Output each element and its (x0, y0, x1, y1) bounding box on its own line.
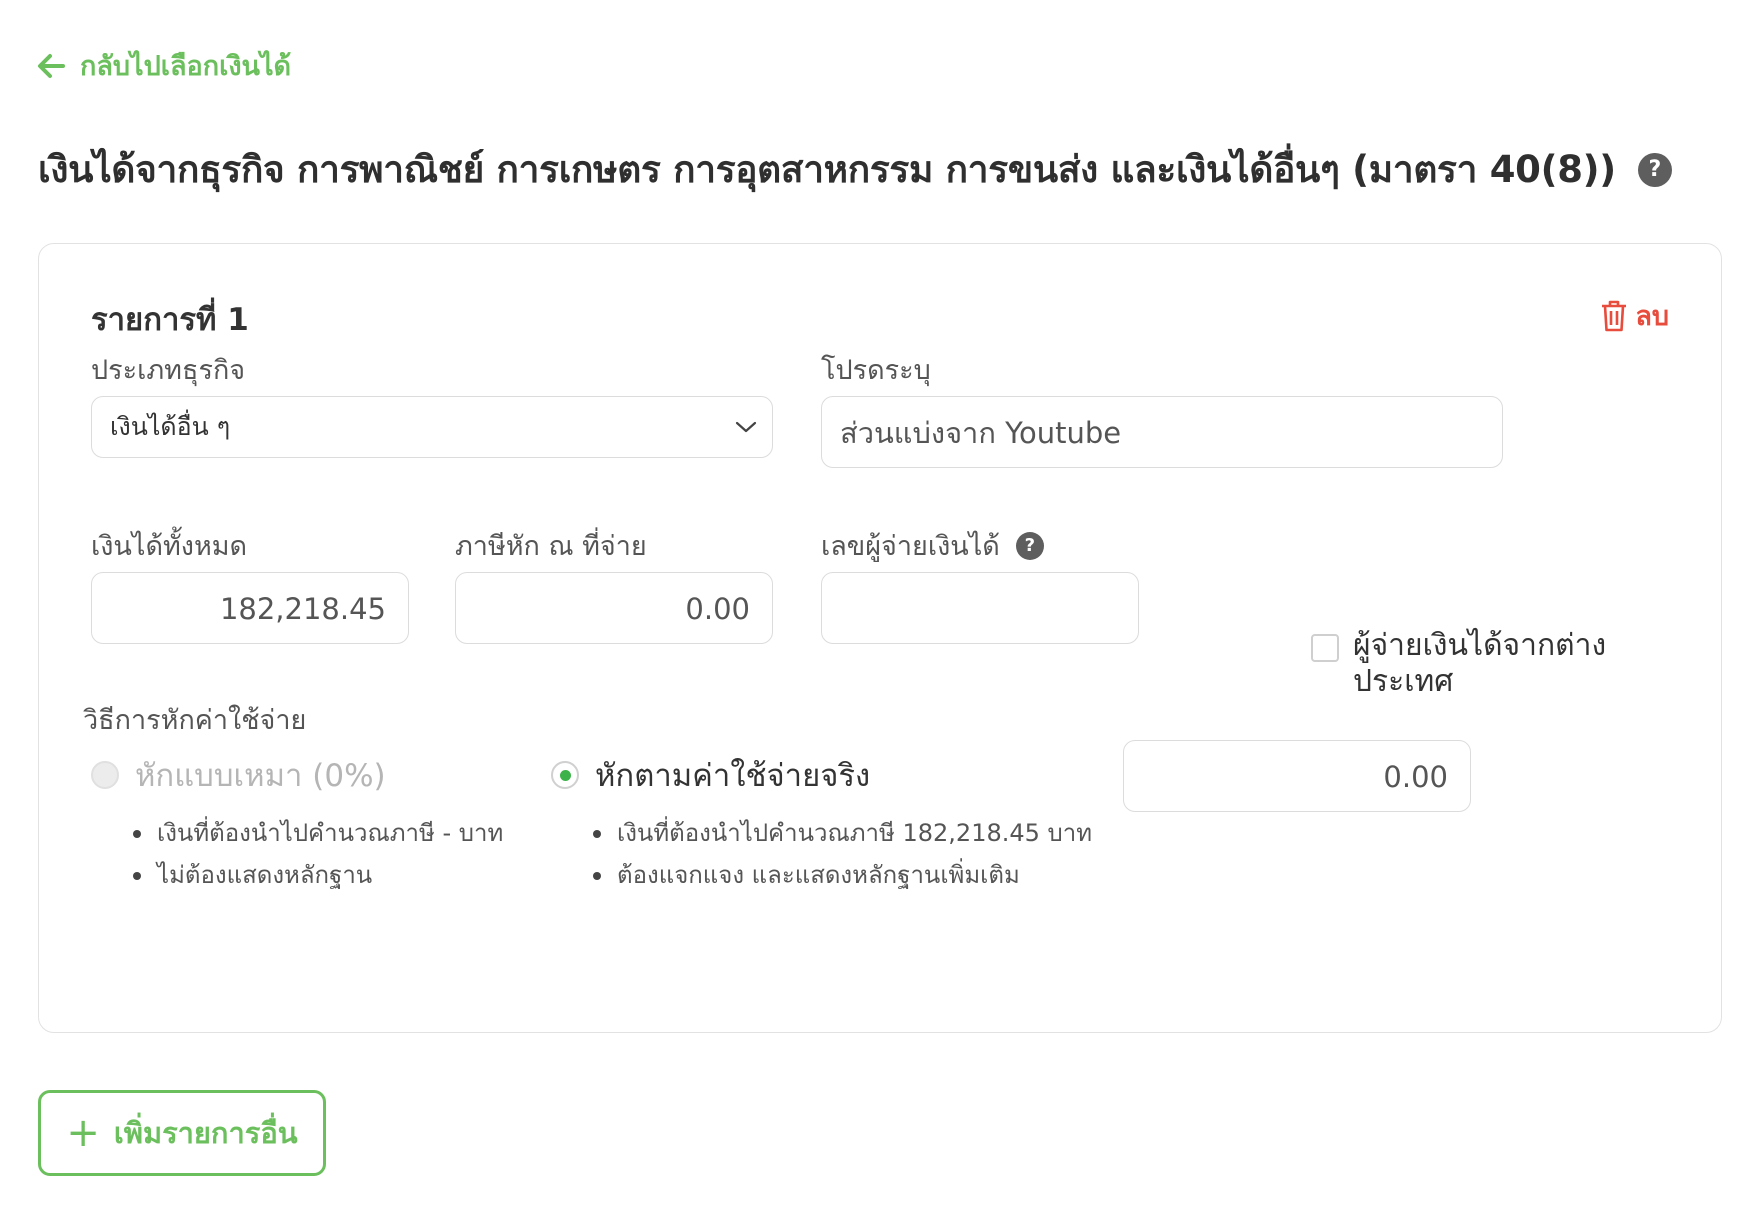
withholding-tax-label: ภาษีหัก ณ ที่จ่าย (455, 531, 647, 562)
arrow-left-icon (38, 53, 65, 78)
back-link[interactable]: กลับไปเลือกเงินได้ (36, 44, 291, 87)
actual-notes: เงินที่ต้องนำไปคำนวณภาษี 182,218.45 บาท … (591, 812, 1092, 896)
business-type-select[interactable]: เงินได้อื่น ๆ (91, 396, 773, 458)
specify-value: ส่วนแบ่งจาก Youtube (840, 416, 1122, 450)
page-title: เงินได้จากธุรกิจ การพาณิชย์ การเกษตร การ… (38, 148, 1616, 191)
business-type-value: เงินได้อื่น ๆ (110, 412, 231, 441)
plus-icon: + (66, 1110, 100, 1156)
page-title-row: เงินได้จากธุรกิจ การพาณิชย์ การเกษตร การ… (38, 140, 1672, 199)
list-item: เงินที่ต้องนำไปคำนวณภาษี 182,218.45 บาท (591, 812, 1092, 854)
specify-label: โปรดระบุ (821, 355, 931, 386)
item-title: รายการที่ 1 (91, 302, 249, 338)
list-item: ไม่ต้องแสดงหลักฐาน (131, 854, 503, 896)
foreign-payer-checkbox[interactable] (1311, 634, 1339, 662)
payer-id-label-row: เลขผู้จ่ายเงินได้ ? (821, 524, 1044, 567)
radio-flat[interactable] (91, 761, 119, 789)
help-icon[interactable]: ? (1637, 152, 1672, 187)
actual-expense-input[interactable]: 0.00 (1123, 740, 1471, 812)
total-income-value: 182,218.45 (219, 592, 386, 626)
withholding-tax-input[interactable]: 0.00 (455, 572, 773, 644)
delete-label: ลบ (1635, 301, 1669, 332)
total-income-label: เงินได้ทั้งหมด (91, 531, 248, 562)
foreign-payer-checkbox-row[interactable]: ผู้จ่ายเงินได้จากต่างประเทศ (1311, 628, 1613, 700)
total-income-input[interactable]: 182,218.45 (91, 572, 409, 644)
withholding-tax-value: 0.00 (685, 592, 750, 626)
payer-id-label: เลขผู้จ่ายเงินได้ (821, 531, 1000, 562)
radio-flat-label: หักแบบเหมา (0%) (135, 758, 386, 794)
add-item-label: เพิ่มรายการอื่น (113, 1116, 298, 1150)
list-item: ต้องแจกแจง และแสดงหลักฐานเพิ่มเติม (591, 854, 1092, 896)
radio-actual-label: หักตามค่าใช้จ่ายจริง (595, 758, 871, 794)
payer-id-input[interactable] (821, 572, 1139, 644)
flat-notes: เงินที่ต้องนำไปคำนวณภาษี - บาท ไม่ต้องแส… (131, 812, 503, 896)
actual-expense-value: 0.00 (1383, 760, 1448, 794)
business-type-label: ประเภทธุรกิจ (91, 355, 246, 386)
back-link-label: กลับไปเลือกเงินได้ (80, 51, 292, 82)
deduction-option-actual[interactable]: หักตามค่าใช้จ่ายจริง (551, 750, 870, 800)
deduction-option-flat[interactable]: หักแบบเหมา (0%) (91, 750, 386, 800)
radio-actual[interactable] (551, 761, 579, 789)
delete-button[interactable]: ลบ (1599, 294, 1669, 337)
income-item-card: รายการที่ 1 ลบ ประเภทธุรกิจ เงินได้อื่น … (38, 243, 1722, 1033)
chevron-down-icon (735, 421, 757, 433)
deduction-method-label: วิธีการหักค่าใช้จ่าย (83, 705, 307, 736)
specify-input[interactable]: ส่วนแบ่งจาก Youtube (821, 396, 1503, 468)
add-item-button[interactable]: + เพิ่มรายการอื่น (38, 1090, 326, 1176)
foreign-payer-label: ผู้จ่ายเงินได้จากต่างประเทศ (1353, 628, 1607, 699)
trash-icon (1602, 300, 1627, 331)
list-item: เงินที่ต้องนำไปคำนวณภาษี - บาท (131, 812, 503, 854)
help-icon[interactable]: ? (1015, 531, 1044, 560)
